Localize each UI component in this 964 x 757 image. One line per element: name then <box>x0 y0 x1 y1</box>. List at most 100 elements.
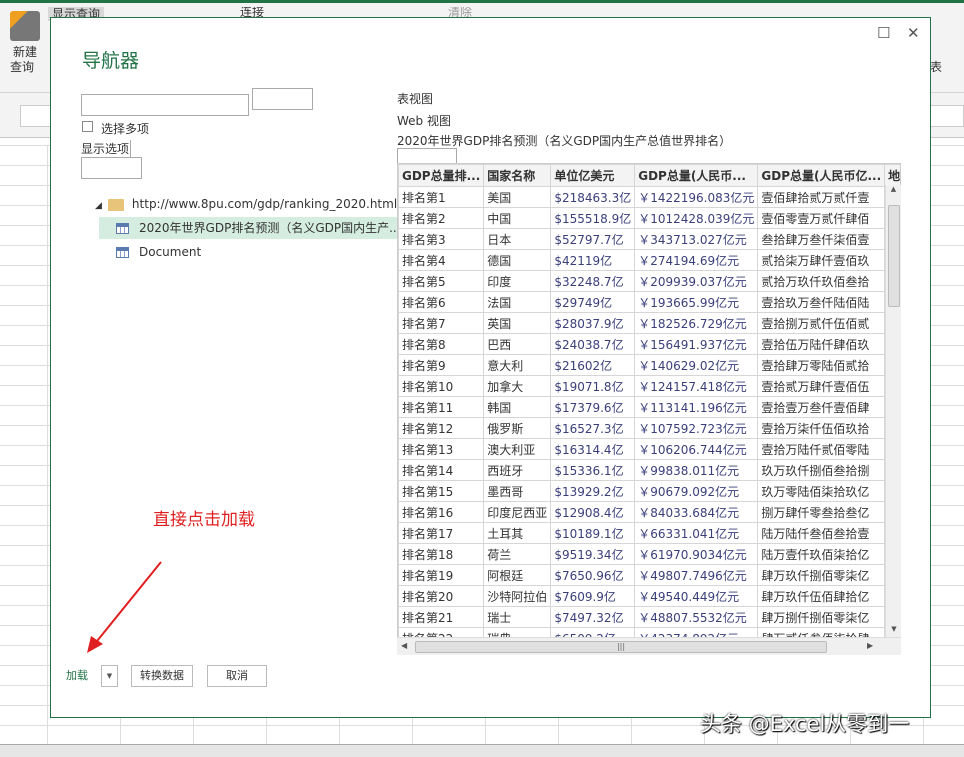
vertical-scroll-thumb[interactable] <box>888 205 900 307</box>
table-cell: 壹拾伍万陆仟肆佰玖 <box>757 333 886 355</box>
column-header[interactable]: 国家名称 <box>483 164 552 187</box>
table-cell: 巴西 <box>483 333 552 355</box>
table-cell: 排名第16 <box>398 501 485 523</box>
table-cell: $15336.1亿 <box>550 459 636 481</box>
select-multiple-label[interactable]: 选择多项 <box>101 120 149 137</box>
navigator-dialog: ☐ ✕ 导航器 选择多项 显示选项 ◢ http://www.8pu.com/gd… <box>50 17 931 718</box>
table-cell: ￥48807.5532亿元 <box>634 606 759 628</box>
maximize-button[interactable]: ☐ <box>877 24 890 42</box>
column-header[interactable]: 地区 <box>884 164 900 187</box>
table-row: 排名第8巴西$24038.7亿￥156491.937亿元壹拾伍万陆仟肆佰玖美洲 <box>398 333 900 355</box>
scroll-left-arrow[interactable]: ◀ <box>401 641 407 650</box>
table-cell: ￥84033.684亿元 <box>634 501 759 523</box>
column-header[interactable]: GDP总量(人民币... <box>634 164 759 187</box>
table-row: 排名第19阿根廷$7650.96亿￥49807.7496亿元肆万玖仟捌佰零柒亿美… <box>398 564 900 586</box>
table-cell: 瑞士 <box>483 606 552 628</box>
dialog-title: 导航器 <box>82 50 140 72</box>
table-cell: 荷兰 <box>483 543 552 565</box>
table-cell: ￥66331.041亿元 <box>634 522 759 544</box>
table-cell: 排名第15 <box>398 480 485 502</box>
transform-data-button[interactable]: 转换数据 <box>131 665 193 687</box>
table-cell: 中国 <box>483 207 552 229</box>
table-row: 排名第17土耳其$10189.1亿￥66331.041亿元陆万陆仟叁佰叁拾壹亚洲 <box>398 522 900 544</box>
column-header[interactable]: GDP总量(人民币亿... <box>757 164 886 187</box>
table-cell: ￥140629.02亿元 <box>634 354 759 376</box>
tab-web-view[interactable]: Web 视图 <box>397 112 451 129</box>
tab-table-view[interactable]: 表视图 <box>397 90 433 107</box>
new-query-label[interactable]: 查询 <box>10 58 34 75</box>
annotation-text: 直接点击加载 <box>153 510 255 530</box>
table-cell: 排名第19 <box>398 564 485 586</box>
table-cell: 排名第4 <box>398 249 485 271</box>
scroll-up-arrow[interactable]: ▲ <box>886 185 901 193</box>
scroll-down-arrow[interactable]: ▼ <box>886 625 902 633</box>
table-cell: ￥49540.449亿元 <box>634 585 759 607</box>
table-row: 排名第21瑞士$7497.32亿￥48807.5532亿元肆万捌仟捌佰零柒亿欧洲 <box>398 606 900 628</box>
table-cell: 韩国 <box>483 396 552 418</box>
table-cell: $24038.7亿 <box>550 333 636 355</box>
search-input[interactable] <box>81 94 249 116</box>
table-cell: ￥1012428.039亿元 <box>634 207 759 229</box>
column-header[interactable]: 单位亿美元 <box>550 164 636 187</box>
column-header[interactable]: GDP总量排... <box>398 164 485 187</box>
table-cell: 排名第11 <box>398 396 485 418</box>
table-cell: 印度尼西亚 <box>483 501 552 523</box>
close-button[interactable]: ✕ <box>907 24 920 42</box>
load-button[interactable]: 加载 <box>53 665 101 687</box>
table-row: 排名第14西班牙$15336.1亿￥99838.011亿元玖万玖仟捌佰叁拾捌欧洲 <box>398 459 900 481</box>
table-cell: 陆万壹仟玖佰柒拾亿 <box>757 543 886 565</box>
display-options-dropdown[interactable] <box>81 157 142 179</box>
display-options-button[interactable]: 显示选项 <box>81 140 132 157</box>
cancel-button[interactable]: 取消 <box>207 665 267 687</box>
table-cell: 壹拾捌万贰仟伍佰贰 <box>757 312 886 334</box>
load-dropdown-button[interactable]: ▼ <box>101 665 118 687</box>
vertical-scrollbar[interactable]: ▲ ▼ <box>885 185 901 655</box>
horizontal-scrollbar[interactable]: ◀ ||| ▶ <box>397 637 901 655</box>
table-cell: 土耳其 <box>483 522 552 544</box>
table-cell: ￥1422196.083亿元 <box>634 186 759 208</box>
tree-root-label: http://www.8pu.com/gdp/ranking_2020.html… <box>131 197 418 211</box>
select-multiple-checkbox[interactable] <box>82 121 93 132</box>
tree-item-label: Document <box>139 245 202 259</box>
table-cell: 陆万陆仟叁佰叁拾壹 <box>757 522 886 544</box>
table-cell: 排名第2 <box>398 207 485 229</box>
tree-item-gdp-table[interactable]: 2020年世界GDP排名预测（名义GDP国内生产... <box>99 217 397 239</box>
table-cell: 壹拾玖万叁仟陆佰陆 <box>757 291 886 313</box>
table-cell: 排名第3 <box>398 228 485 250</box>
table-cell: $10189.1亿 <box>550 522 636 544</box>
table-cell: $17379.6亿 <box>550 396 636 418</box>
new-query-icon <box>10 11 40 41</box>
table-cell: 壹佰零壹万贰仟肆佰 <box>757 207 886 229</box>
tree-root[interactable]: ◢ http://www.8pu.com/gdp/ranking_2020.htm… <box>95 193 418 215</box>
table-cell: 壹拾万柒仟伍佰玖拾 <box>757 417 886 439</box>
table-cell: 加拿大 <box>483 375 552 397</box>
table-cell: 排名第6 <box>398 291 485 313</box>
horizontal-scroll-thumb[interactable]: ||| <box>415 641 827 653</box>
table-cell: 西班牙 <box>483 459 552 481</box>
table-row: 排名第6法国$29749亿￥193665.99亿元壹拾玖万叁仟陆佰陆欧洲 <box>398 291 900 313</box>
table-cell: 德国 <box>483 249 552 271</box>
table-icon <box>116 247 129 258</box>
table-cell: ￥61970.9034亿元 <box>634 543 759 565</box>
table-cell: 排名第21 <box>398 606 485 628</box>
table-cell: 沙特阿拉伯 <box>483 585 552 607</box>
table-cell: $42119亿 <box>550 249 636 271</box>
table-cell: 玖万玖仟捌佰叁拾捌 <box>757 459 886 481</box>
collapse-icon[interactable]: ◢ <box>95 201 102 211</box>
table-cell: 日本 <box>483 228 552 250</box>
table-cell: 墨西哥 <box>483 480 552 502</box>
table-cell: $32248.7亿 <box>550 270 636 292</box>
refresh-button[interactable] <box>252 88 313 110</box>
table-cell: $28037.9亿 <box>550 312 636 334</box>
table-cell: 排名第20 <box>398 585 485 607</box>
preview-table: GDP总量排... 国家名称 单位亿美元 GDP总量(人民币... GDP总量(人民币亿… <box>397 163 901 655</box>
table-cell: 肆万捌仟捌佰零柒亿 <box>757 606 886 628</box>
tree-item-label: 2020年世界GDP排名预测（名义GDP国内生产... <box>139 221 397 235</box>
table-cell: $155518.9亿 <box>550 207 636 229</box>
table-cell: 排名第13 <box>398 438 485 460</box>
table-row: 排名第11韩国$17379.6亿￥113141.196亿元壹拾壹万叁仟壹佰肆亚洲 <box>398 396 900 418</box>
table-cell: 壹佰肆拾贰万贰仟壹 <box>757 186 886 208</box>
tree-item-document[interactable]: Document <box>99 241 201 263</box>
scroll-right-arrow[interactable]: ▶ <box>867 641 873 650</box>
ribbon-table-button[interactable]: 表 <box>930 58 942 75</box>
